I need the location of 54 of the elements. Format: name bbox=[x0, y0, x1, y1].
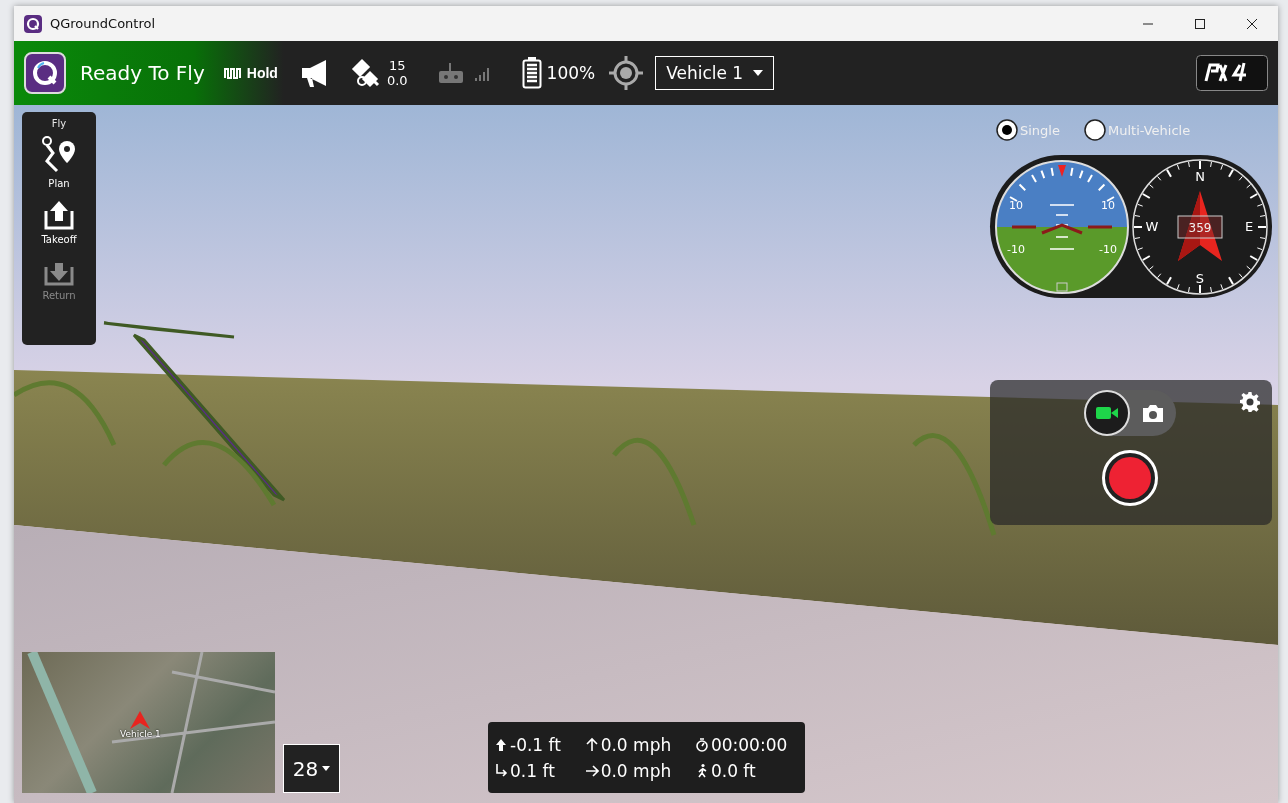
signal-strength-icon bbox=[473, 65, 492, 81]
rc-transmitter-icon[interactable] bbox=[437, 61, 464, 85]
zoom-selector[interactable]: 28 bbox=[283, 744, 340, 793]
pitch-scale-label: -10 bbox=[1099, 242, 1117, 256]
toolstrip-title: Fly bbox=[51, 118, 67, 129]
pitch-scale-label: 10 bbox=[1101, 198, 1115, 212]
ground-speed-icon bbox=[584, 762, 599, 779]
telemetry-value: 0.0 ft bbox=[710, 760, 756, 781]
app-logo-icon bbox=[24, 52, 66, 94]
distance-icon bbox=[494, 762, 508, 779]
telemetry-value: 0.1 ft bbox=[510, 760, 555, 781]
maximize-icon bbox=[1194, 17, 1206, 30]
satellite-icon[interactable] bbox=[349, 57, 382, 89]
map-tile-placeholder[interactable] bbox=[22, 652, 275, 793]
hdop-value: 0.0 bbox=[386, 73, 408, 88]
compass-heading: 359 bbox=[1188, 220, 1212, 235]
battery-icon[interactable] bbox=[521, 57, 542, 89]
time-icon bbox=[694, 736, 709, 753]
vehicle-selector[interactable]: Vehicle 1 bbox=[655, 56, 775, 90]
waveform-icon bbox=[222, 66, 243, 80]
gps-target-icon[interactable] bbox=[609, 56, 644, 90]
compass-cardinal-label: W bbox=[1145, 218, 1159, 234]
caret-icon bbox=[753, 70, 764, 76]
close-icon bbox=[1246, 17, 1258, 30]
compass-cardinal-label: E bbox=[1244, 218, 1254, 234]
vehicle-marker-label: Vehicle 1 bbox=[120, 729, 161, 739]
pitch-scale-label: 10 bbox=[1009, 198, 1023, 212]
app-logo-icon bbox=[24, 14, 42, 33]
climb-icon bbox=[584, 736, 599, 753]
telemetry-value: 00:00:00 bbox=[710, 734, 788, 755]
video-mode-button[interactable] bbox=[1084, 390, 1130, 436]
compass-cardinal-label: S bbox=[1195, 270, 1205, 286]
window-title: QGroundControl bbox=[50, 16, 157, 31]
radio-icon[interactable] bbox=[1083, 119, 1106, 141]
takeoff-icon bbox=[42, 199, 76, 231]
toolstrip-plan-button[interactable]: Plan bbox=[39, 135, 79, 189]
telemetry-value: 0.0 mph bbox=[600, 760, 672, 781]
settings-icon[interactable] bbox=[1240, 392, 1260, 412]
toolstrip-takeoff-button[interactable]: Takeoff bbox=[41, 199, 77, 245]
satellite-count: 15 bbox=[388, 58, 406, 73]
telemetry-value: -0.1 ft bbox=[510, 734, 561, 755]
telemetry-value: 0.0 mph bbox=[600, 734, 672, 755]
vehicle-status-text[interactable]: Ready To Fly bbox=[80, 61, 205, 85]
record-button[interactable] bbox=[1102, 450, 1158, 506]
px4-logo-icon bbox=[1196, 55, 1268, 91]
camera-icon bbox=[1141, 403, 1165, 423]
radio-icon[interactable] bbox=[996, 119, 1018, 141]
vehicle-marker-icon bbox=[130, 711, 151, 729]
battery-percentage: 100% bbox=[546, 63, 596, 83]
video-camera-icon bbox=[1095, 405, 1119, 421]
compass-cardinal-label: N bbox=[1195, 168, 1205, 184]
flight-mode-selector[interactable]: Hold bbox=[222, 65, 278, 81]
caret-icon bbox=[322, 766, 331, 771]
pitch-scale-label: -10 bbox=[1007, 242, 1025, 256]
